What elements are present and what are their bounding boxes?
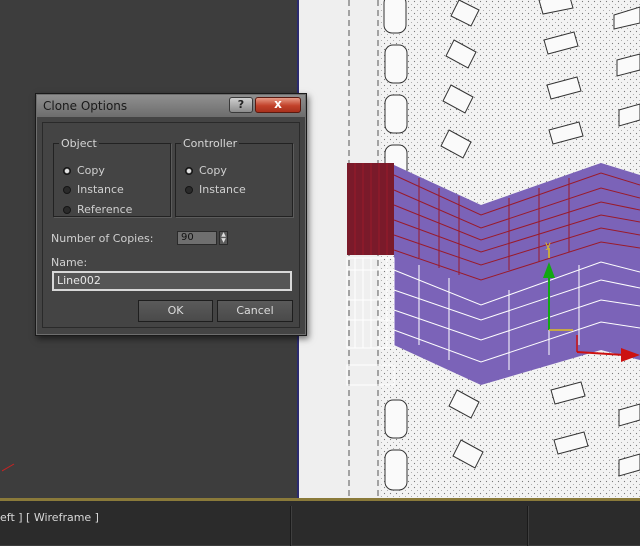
status-divider (290, 506, 292, 546)
radio-dot-icon (63, 206, 71, 214)
radio-label: Copy (77, 164, 105, 177)
gizmo-y-label: y (545, 240, 551, 251)
radio-dot-icon (63, 186, 71, 194)
status-bar: eft ] [ Wireframe ] (0, 498, 640, 546)
close-button[interactable]: x (255, 97, 301, 113)
radio-label: Copy (199, 164, 227, 177)
radio-dot-icon (185, 167, 193, 175)
object-copy-radio[interactable]: Copy (63, 164, 105, 177)
axis-tripod-icon (2, 463, 15, 472)
status-divider (527, 506, 529, 546)
ok-button[interactable]: OK (138, 300, 213, 322)
dialog-title: Clone Options (43, 99, 128, 113)
controller-copy-radio[interactable]: Copy (185, 164, 227, 177)
object-group-legend: Object (61, 137, 97, 150)
controller-group-legend: Controller (183, 137, 238, 150)
copies-label: Number of Copies: (51, 232, 154, 245)
help-button[interactable]: ? (229, 97, 253, 113)
controller-group: Controller Copy Instance (175, 137, 293, 217)
copies-input[interactable]: 90 (177, 231, 217, 245)
radio-dot-icon (185, 186, 193, 194)
tire-wireframe: y (346, 0, 640, 498)
dialog-titlebar[interactable]: Clone Options ? x (37, 95, 305, 117)
radio-dot-icon (63, 167, 71, 175)
dialog-body: Object Copy Instance Reference Controlle… (42, 122, 300, 328)
radio-label: Instance (77, 183, 124, 196)
clone-options-dialog: Clone Options ? x Object Copy Instance R… (35, 93, 307, 336)
cancel-button[interactable]: Cancel (217, 300, 293, 322)
copies-spinner[interactable]: ▲ ▼ (219, 231, 228, 245)
object-instance-radio[interactable]: Instance (63, 183, 124, 196)
name-input[interactable]: Line002 (52, 271, 292, 291)
spinner-down-icon[interactable]: ▼ (220, 238, 227, 244)
wireframe-viewport[interactable]: y (299, 0, 640, 498)
controller-instance-radio[interactable]: Instance (185, 183, 246, 196)
object-reference-radio[interactable]: Reference (63, 203, 132, 216)
object-group: Object Copy Instance Reference (53, 137, 171, 217)
radio-label: Reference (77, 203, 133, 216)
name-label: Name: (51, 256, 88, 269)
viewport-label[interactable]: eft ] [ Wireframe ] (0, 511, 99, 524)
radio-label: Instance (199, 183, 246, 196)
